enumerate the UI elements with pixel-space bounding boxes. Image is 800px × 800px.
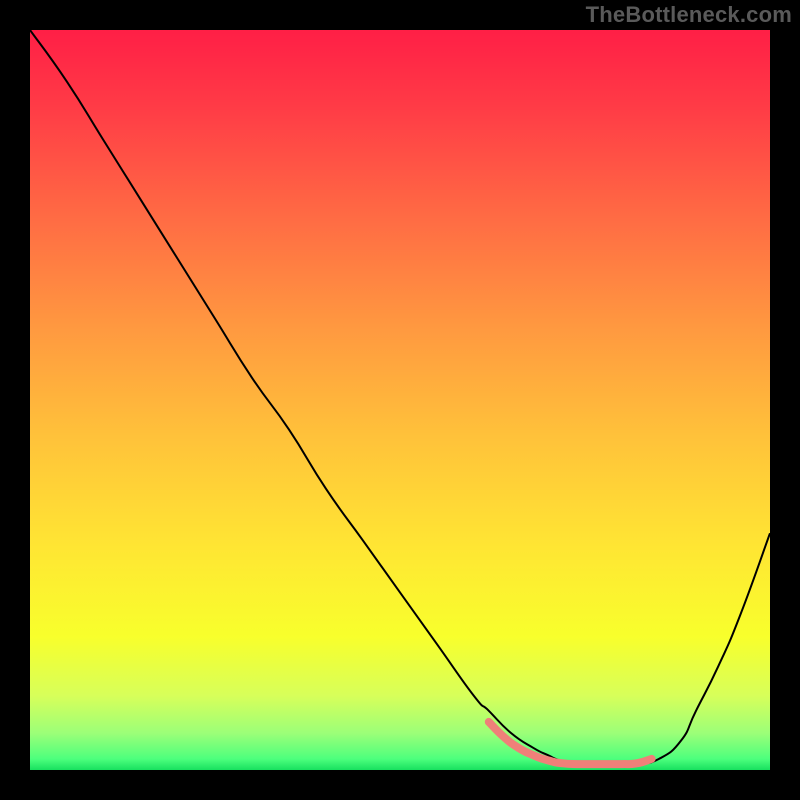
chart-svg [30, 30, 770, 770]
plot-area [30, 30, 770, 770]
chart-frame: TheBottleneck.com [0, 0, 800, 800]
watermark-text: TheBottleneck.com [586, 2, 792, 28]
gradient-background [30, 30, 770, 770]
